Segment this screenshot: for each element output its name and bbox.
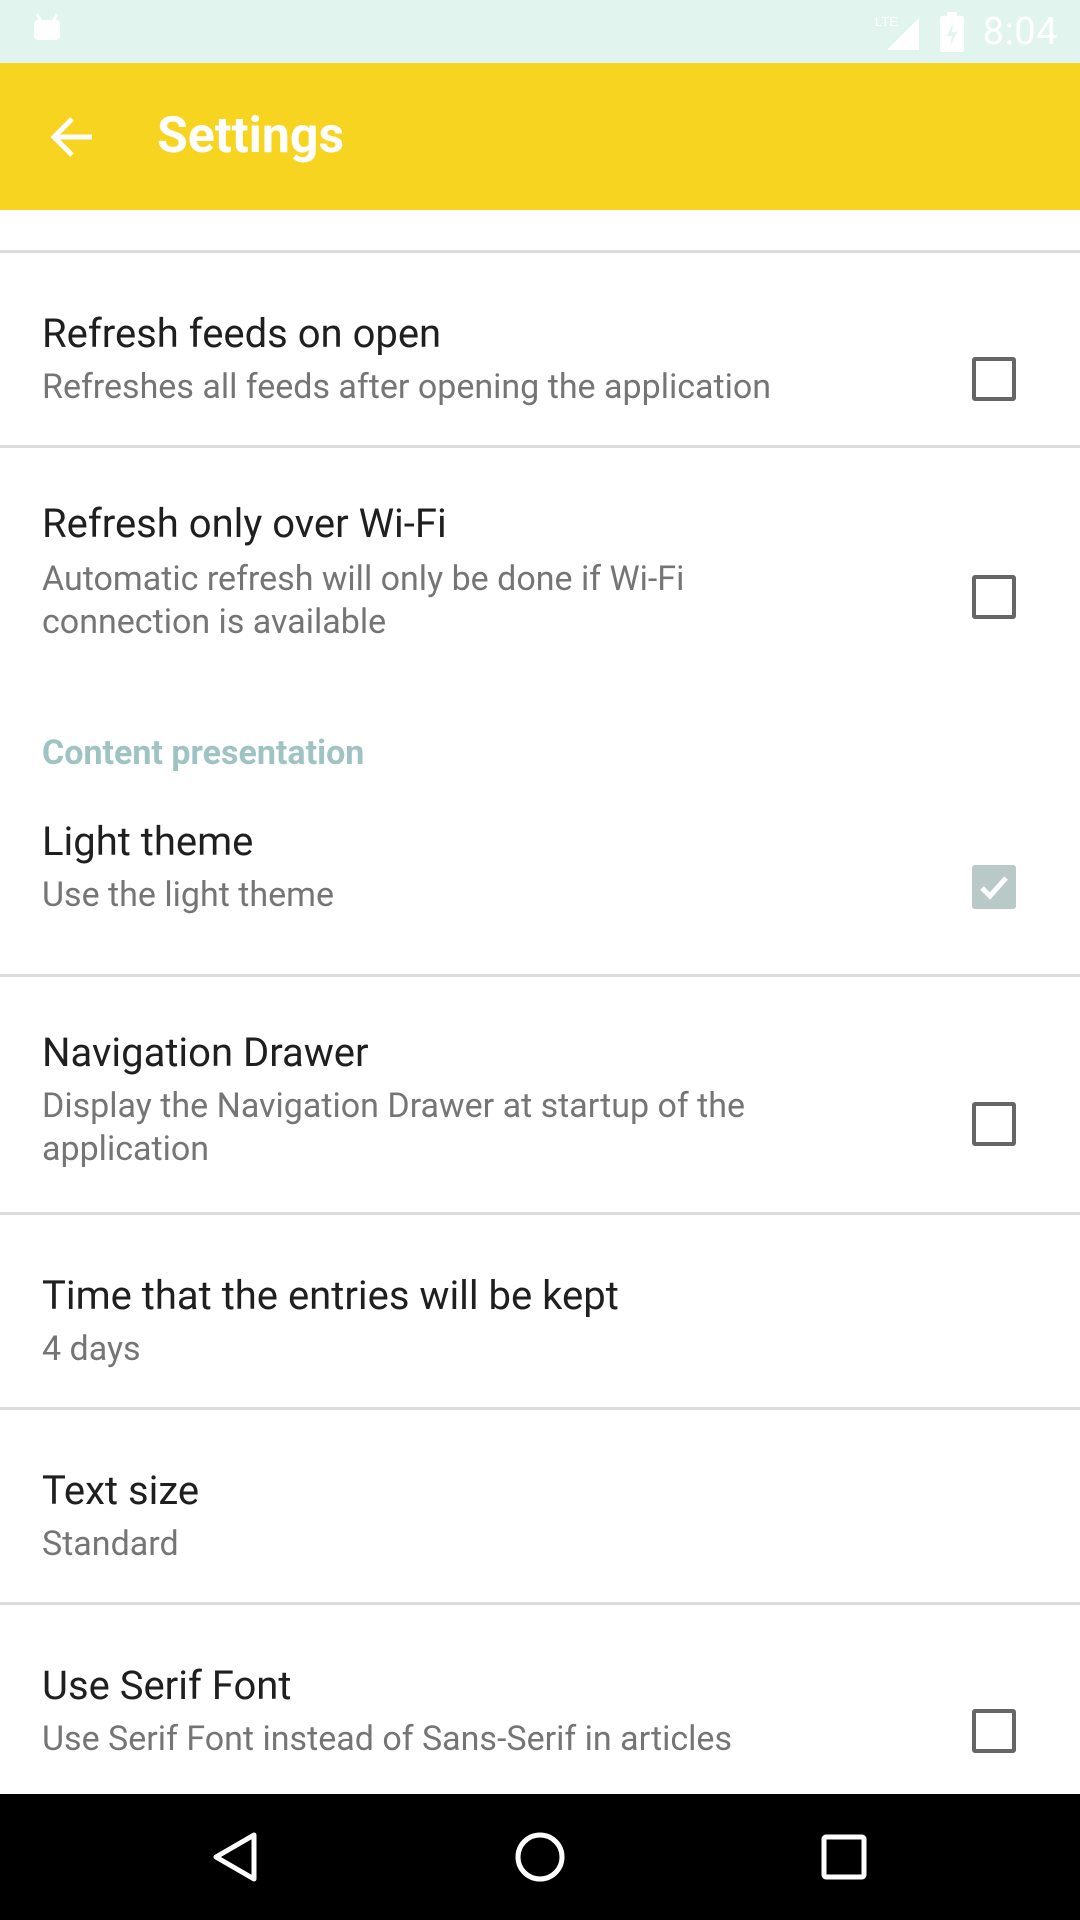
- serif-font-checkbox[interactable]: [972, 1709, 1016, 1753]
- battery-icon: [939, 11, 964, 52]
- pref-summary: Use Serif Font instead of Sans-Serif in …: [42, 1719, 732, 1759]
- pref-summary: Use the light theme: [42, 875, 335, 915]
- pref-title: Navigation Drawer: [42, 1029, 369, 1076]
- home-circle-icon[interactable]: [510, 1827, 570, 1887]
- pref-serif-font[interactable]: Use Serif Font Use Serif Font instead of…: [0, 1605, 1080, 1794]
- pref-title: Use Serif Font: [42, 1662, 292, 1709]
- back-triangle-icon[interactable]: [206, 1827, 266, 1887]
- signal-icon: LTE: [875, 14, 919, 50]
- category-header: Content presentation: [42, 733, 365, 773]
- pref-text-size[interactable]: Text size Standard: [0, 1410, 1080, 1600]
- pref-summary: Standard: [42, 1524, 179, 1564]
- arrow-left-icon: [50, 117, 92, 157]
- pref-refresh-wifi[interactable]: Refresh only over Wi-Fi Automatic refres…: [0, 448, 1080, 648]
- app-bar: Settings: [0, 63, 1080, 210]
- light-theme-checkbox[interactable]: [972, 865, 1016, 909]
- pref-title: Light theme: [42, 818, 254, 865]
- nav-drawer-checkbox[interactable]: [972, 1102, 1016, 1146]
- android-icon: [34, 13, 60, 40]
- system-nav-bar: [0, 1794, 1080, 1920]
- settings-list[interactable]: Refresh feeds on open Refreshes all feed…: [0, 210, 1080, 1794]
- pref-nav-drawer[interactable]: Navigation Drawer Display the Navigation…: [0, 977, 1080, 1212]
- recents-square-icon[interactable]: [814, 1827, 874, 1887]
- pref-title: Refresh only over Wi-Fi: [42, 500, 447, 547]
- pref-summary: Refreshes all feeds after opening the ap…: [42, 367, 772, 407]
- back-button[interactable]: [36, 101, 108, 173]
- pref-title: Time that the entries will be kept: [42, 1272, 619, 1319]
- pref-title: Refresh feeds on open: [42, 310, 442, 357]
- refresh-on-open-checkbox[interactable]: [972, 357, 1016, 401]
- pref-summary: 4 days: [42, 1329, 141, 1369]
- status-time: 8:04: [982, 9, 1058, 54]
- status-icons: LTE 8:04: [873, 0, 1058, 63]
- check-icon: [980, 876, 1008, 900]
- network-label: LTE: [875, 14, 898, 29]
- page-title: Settings: [157, 107, 345, 165]
- refresh-wifi-checkbox[interactable]: [972, 575, 1016, 619]
- status-bar: LTE 8:04: [0, 0, 1080, 63]
- pref-summary: Automatic refresh will only be done if W…: [42, 559, 685, 642]
- pref-refresh-on-open[interactable]: Refresh feeds on open Refreshes all feed…: [0, 253, 1080, 407]
- pref-title: Text size: [42, 1467, 200, 1514]
- pref-light-theme[interactable]: Light theme Use the light theme: [0, 810, 1080, 960]
- pref-summary: Display the Navigation Drawer at startup…: [42, 1086, 746, 1169]
- pref-keep-time[interactable]: Time that the entries will be kept 4 day…: [0, 1215, 1080, 1405]
